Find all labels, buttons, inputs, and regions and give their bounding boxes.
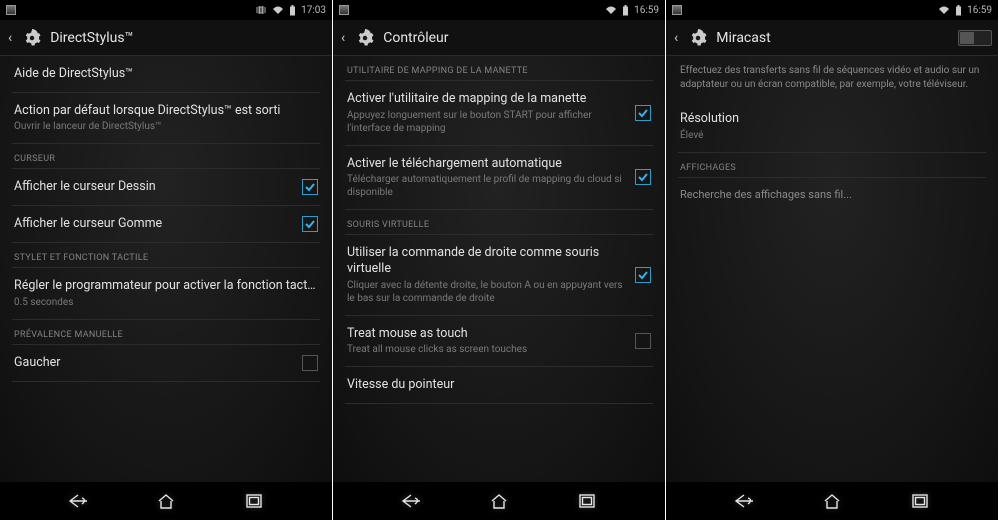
row-label: Vitesse du pointeur [347,377,651,393]
nav-home-icon[interactable] [821,490,843,512]
wifi-icon [938,5,950,15]
nav-recent-icon[interactable] [576,490,598,512]
section-header-handedness: PRÉVALENCE MANUELLE [12,320,320,345]
titlebar: ‹ Contrôleur [333,20,665,56]
row-label: Aide de DirectStylus™ [14,66,318,82]
nav-recent-icon[interactable] [243,490,265,512]
navbar [0,482,332,520]
clock-text: 16:59 [634,5,659,16]
row-label: Afficher le curseur Dessin [14,179,294,195]
statusbar: 17:03 [0,0,332,20]
section-header-displays: AFFICHAGES [678,153,986,178]
back-icon[interactable]: ‹ [6,30,14,46]
checkbox[interactable] [635,333,651,349]
nav-home-icon[interactable] [488,490,510,512]
notification-icon [339,5,349,15]
row-default-action[interactable]: Action par défaut lorsque DirectStylus™ … [12,93,320,145]
wifi-icon [272,5,284,15]
row-sublabel: Ouvrir le lanceur de DirectStylus™ [14,120,318,133]
battery-icon [622,5,629,16]
section-header-mapping: UTILITAIRE DE MAPPING DE LA MANETTE [345,56,653,81]
checkbox[interactable] [635,169,651,185]
row-sublabel: Appuyez longuement sur le bouton START p… [347,109,627,135]
row-label: Utiliser la commande de droite comme sou… [347,245,627,276]
row-auto-download[interactable]: Activer le téléchargement automatique Té… [345,146,653,211]
row-sublabel: Télécharger automatiquement le profil de… [347,173,627,199]
page-title: Miracast [716,30,950,46]
row-cursor-draw[interactable]: Afficher le curseur Dessin [12,169,320,206]
row-label: Activer le téléchargement automatique [347,156,627,172]
settings-list: UTILITAIRE DE MAPPING DE LA MANETTE Acti… [333,56,665,482]
section-header-cursor: CURSEUR [12,144,320,169]
battery-icon [289,5,296,16]
row-right-stick-mouse[interactable]: Utiliser la commande de droite comme sou… [345,235,653,315]
row-mouse-as-touch[interactable]: Treat mouse as touch Treat all mouse cli… [345,316,653,368]
row-sublabel: Treat all mouse clicks as screen touches [347,343,627,356]
titlebar: ‹ DirectStylus™ [0,20,332,56]
back-icon[interactable]: ‹ [672,30,680,46]
notification-icon [672,5,682,15]
notification-icon [6,5,16,15]
row-label: Afficher le curseur Gomme [14,216,294,232]
nav-home-icon[interactable] [155,490,177,512]
wifi-icon [605,5,617,15]
row-enable-mapping[interactable]: Activer l'utilitaire de mapping de la ma… [345,81,653,146]
page-title: Contrôleur [383,30,659,46]
navbar [333,482,665,520]
row-sublabel: 0.5 secondes [14,296,318,309]
settings-list: Aide de DirectStylus™ Action par défaut … [0,56,332,482]
row-label: Régler le programmateur pour activer la … [14,278,318,294]
section-header-virtualmouse: SOURIS VIRTUELLE [345,210,653,235]
titlebar: ‹ Miracast [666,20,998,56]
checkbox[interactable] [302,355,318,371]
settings-gear-icon[interactable] [22,28,42,48]
nav-back-icon[interactable] [733,490,755,512]
checkbox[interactable] [302,216,318,232]
back-icon[interactable]: ‹ [339,30,347,46]
nav-recent-icon[interactable] [909,490,931,512]
row-label: Recherche des affichages sans fil... [680,188,984,202]
description-text: Effectuez des transferts sans fil de séq… [678,56,986,101]
row-searching: Recherche des affichages sans fil... [678,178,986,212]
statusbar: 16:59 [333,0,665,20]
row-label: Action par défaut lorsque DirectStylus™ … [14,103,318,119]
screen-directstylus: 17:03 ‹ DirectStylus™ Aide de DirectStyl… [0,0,333,520]
vibrate-icon [255,5,267,15]
row-cursor-eraser[interactable]: Afficher le curseur Gomme [12,206,320,243]
page-title: DirectStylus™ [50,30,326,46]
checkbox[interactable] [635,267,651,283]
navbar [666,482,998,520]
clock-text: 17:03 [301,5,326,16]
battery-icon [955,5,962,16]
row-sublabel: Cliquer avec la détente droite, le bouto… [347,279,627,305]
row-help[interactable]: Aide de DirectStylus™ [12,56,320,93]
row-label: Résolution [680,111,984,127]
row-label: Activer l'utilitaire de mapping de la ma… [347,91,627,107]
nav-back-icon[interactable] [67,490,89,512]
row-lefthanded[interactable]: Gaucher [12,345,320,382]
miracast-toggle[interactable] [958,30,992,46]
settings-gear-icon[interactable] [355,28,375,48]
settings-list: Effectuez des transferts sans fil de séq… [666,56,998,482]
checkbox[interactable] [302,179,318,195]
statusbar: 16:59 [666,0,998,20]
row-resolution[interactable]: Résolution Élevé [678,101,986,153]
row-sublabel: Élevé [680,129,984,142]
row-label: Treat mouse as touch [347,326,627,342]
screen-controller: 16:59 ‹ Contrôleur UTILITAIRE DE MAPPING… [333,0,666,520]
row-timer[interactable]: Régler le programmateur pour activer la … [12,268,320,320]
row-pointer-speed[interactable]: Vitesse du pointeur [345,367,653,404]
section-header-stylus: STYLET ET FONCTION TACTILE [12,243,320,268]
screen-miracast: 16:59 ‹ Miracast Effectuez des transfert… [666,0,999,520]
checkbox[interactable] [635,105,651,121]
clock-text: 16:59 [967,5,992,16]
nav-back-icon[interactable] [400,490,422,512]
settings-gear-icon[interactable] [688,28,708,48]
row-label: Gaucher [14,355,294,371]
